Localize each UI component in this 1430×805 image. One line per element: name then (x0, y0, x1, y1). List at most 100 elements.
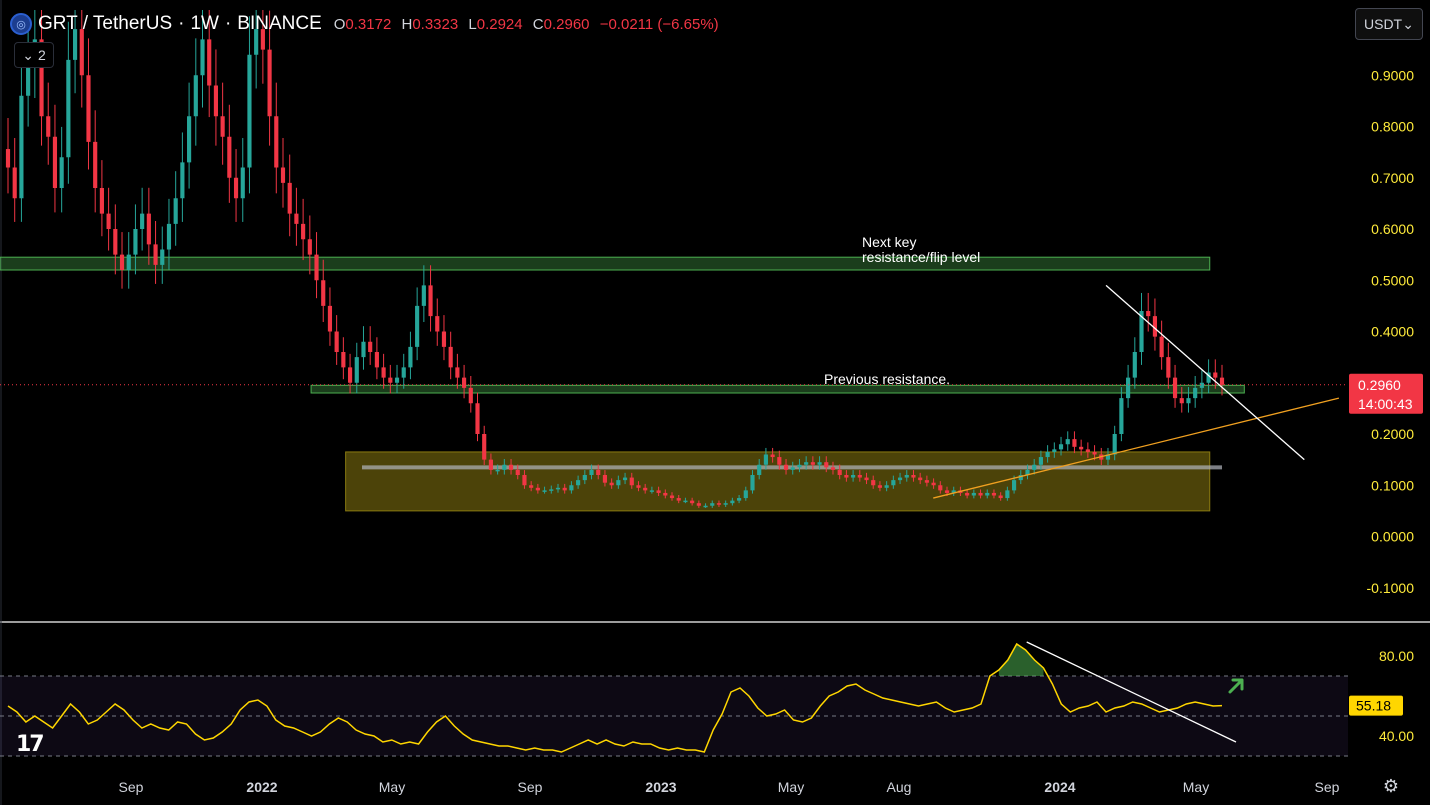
candle-body (1065, 439, 1070, 445)
candle-body (763, 454, 768, 465)
candle-body (871, 480, 876, 486)
candle-body (555, 487, 561, 490)
indicators-toggle-button[interactable]: ⌄ 2 (14, 42, 54, 68)
candle-body (448, 346, 453, 368)
candle-body (354, 357, 359, 383)
candle-body (522, 475, 527, 486)
candle-body (636, 485, 641, 488)
candle-body (804, 462, 809, 465)
annotation-text: resistance/flip level (862, 249, 980, 265)
candle-body (421, 285, 426, 306)
candle-body (113, 229, 118, 255)
candle-body (294, 213, 299, 224)
candle-body (998, 495, 1003, 499)
interval-label[interactable]: 1W (190, 13, 219, 35)
candle-body (938, 485, 943, 491)
candle-body (1193, 387, 1198, 399)
candle-body (12, 167, 17, 199)
price-chart[interactable]: 0.9000 0.8000 0.7000 0.6000 0.5000 0.4000 0.20… (0, 0, 1430, 805)
high-label: H (401, 15, 413, 33)
candle-body (643, 487, 648, 491)
candle-body (26, 65, 31, 96)
candle-body (978, 492, 983, 496)
candle-body (1186, 398, 1191, 404)
candle-body (1126, 377, 1131, 399)
candle-body (240, 167, 245, 199)
time-axis-tick: Sep (119, 779, 144, 795)
candle-body (488, 459, 493, 470)
candle-body (368, 341, 373, 352)
candle-body (502, 464, 507, 470)
candle-body (1092, 451, 1097, 455)
zone-box (310, 384, 1245, 394)
candle-body (1119, 398, 1124, 434)
time-axis-tick: May (379, 779, 405, 795)
chevron-down-icon: ⌄ (1402, 15, 1414, 32)
candle-body (1112, 434, 1117, 455)
time-axis-tick: 2023 (645, 779, 676, 795)
candle-body (347, 367, 353, 383)
candle-body (991, 492, 997, 496)
grt-coin-icon[interactable]: ◎ (10, 13, 32, 35)
candle-body (435, 316, 440, 332)
bar-countdown-label: 14:00:43 (1358, 396, 1413, 412)
candle-body (589, 469, 594, 475)
candle-body (86, 75, 91, 142)
candle-body (576, 480, 581, 486)
price-axis-tick: 0.5000 (1371, 272, 1414, 288)
time-axis-tick: May (1183, 779, 1209, 795)
candle-body (730, 500, 735, 504)
candle-body (1219, 377, 1225, 385)
candle-body (1038, 457, 1043, 465)
candle-body (918, 477, 923, 481)
candle-body (757, 464, 762, 475)
candle-body (428, 285, 433, 317)
candle-body (1079, 446, 1084, 450)
indicator-count: 2 (37, 47, 46, 63)
candle-body (891, 480, 896, 486)
candle-body (233, 177, 239, 199)
candle-body (287, 182, 292, 214)
rsi-overbought-fill (998, 644, 1044, 676)
last-price-label: 0.2960 (1358, 377, 1401, 393)
candle-body (743, 490, 748, 499)
candle-body (166, 223, 172, 250)
settings-gear-icon[interactable]: ⚙ (1381, 776, 1401, 796)
candle-body (133, 229, 138, 255)
candle-body (46, 116, 51, 137)
candle-body (1085, 449, 1090, 452)
candle-body (1032, 464, 1037, 470)
candle-body (180, 162, 185, 199)
candle-body (455, 367, 460, 378)
candle-body (1132, 352, 1137, 378)
candle-body (669, 495, 675, 499)
time-axis-tick: 2022 (246, 779, 277, 795)
separator: · (178, 13, 185, 34)
candle-body (770, 454, 775, 458)
currency-select[interactable]: USDT ⌄ (1355, 8, 1423, 40)
candle-body (5, 149, 11, 168)
time-axis-tick: Sep (518, 779, 543, 795)
candle-body (911, 475, 916, 478)
candle-body (723, 503, 728, 505)
candle-body (549, 489, 554, 491)
candle-body (877, 485, 883, 488)
price-axis-tick: 0.9000 (1371, 67, 1414, 83)
candle-body (408, 346, 413, 368)
time-axis-tick: Sep (1315, 779, 1340, 795)
candle-body (1199, 382, 1204, 388)
time-axis-tick: 2024 (1044, 779, 1075, 795)
candle-body (381, 367, 386, 378)
symbol-header: ◎ GRT / TetherUS · 1W · BINANCE O0.3172 … (10, 10, 725, 38)
tradingview-logo-icon[interactable]: 17 (16, 732, 45, 757)
candle-body (562, 487, 567, 491)
close-value: 0.2960 (543, 15, 590, 33)
candle-body (341, 352, 346, 368)
chevron-down-icon: ⌄ (22, 46, 34, 63)
candle-body (106, 213, 111, 229)
symbol-name[interactable]: GRT / TetherUS (38, 13, 172, 35)
candle-body (703, 505, 708, 508)
candle-body (1172, 377, 1178, 399)
candle-body (656, 490, 661, 493)
annotation-text: Previous resistance. (824, 371, 950, 387)
